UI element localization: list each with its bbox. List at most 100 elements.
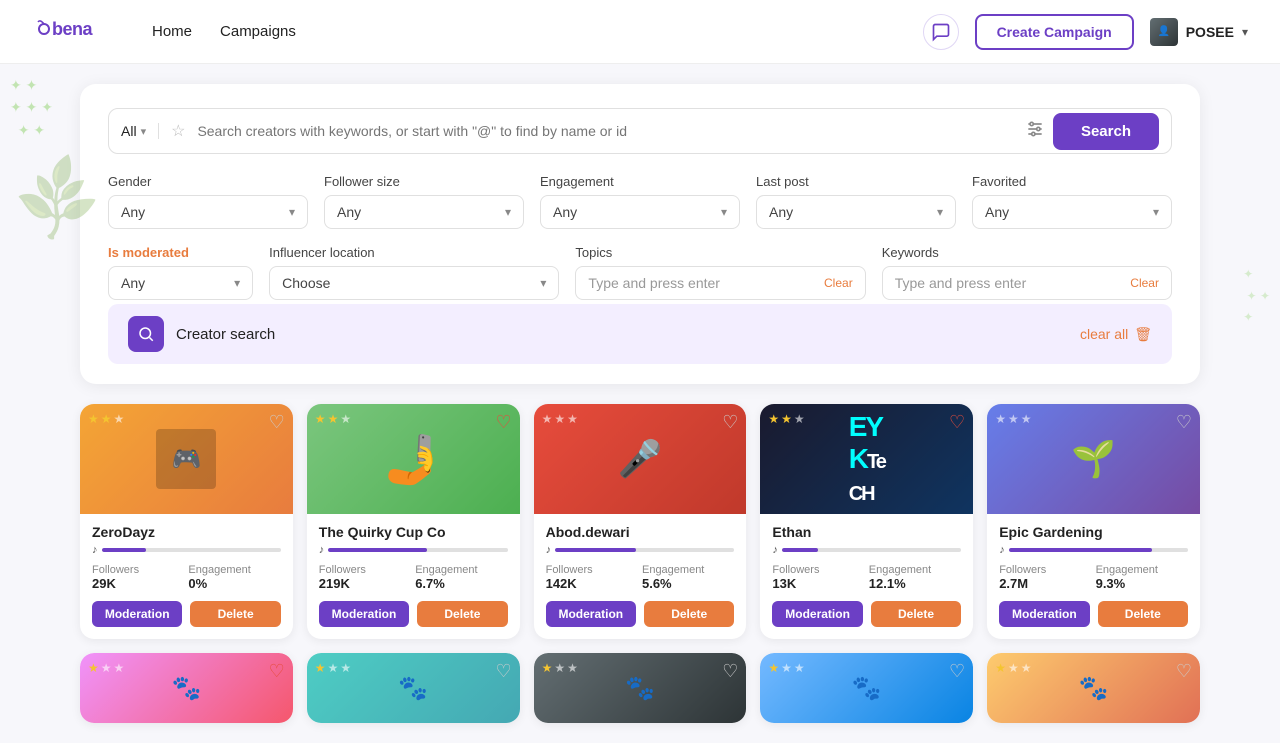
creator-search-bar: Creator search clear all 🗑 (108, 304, 1172, 364)
platform-bar (1009, 548, 1188, 552)
engagement-stat: Engagement0% (188, 564, 280, 591)
card-image-partial: 🐾 ★ ★ ★ ♡ (987, 653, 1200, 723)
moderation-button[interactable]: Moderation (999, 601, 1089, 627)
delete-button[interactable]: Delete (190, 601, 280, 627)
search-input[interactable] (197, 123, 1017, 139)
deco-stars: ✦ ✦✦ ✦ ✦ ✦ ✦ (10, 74, 53, 141)
star-empty-icon: ★ (114, 661, 125, 675)
topics-filter: Topics Type and press enter Clear (575, 245, 865, 300)
follower-size-filter: Follower size Any ▾ (324, 174, 524, 229)
star-empty-icon: ★ (542, 412, 553, 426)
heart-button-bottom[interactable]: ♡ (269, 661, 285, 682)
influencer-location-filter: Influencer location Choose ▾ (269, 245, 559, 300)
svg-text:bena: bena (52, 19, 94, 39)
card-platform: ♪ (92, 544, 281, 556)
heart-button[interactable]: ♡ (1176, 412, 1192, 433)
main-nav: Home Campaigns (152, 23, 296, 40)
card-stats: Followers2.7M Engagement9.3% (999, 564, 1188, 591)
influencer-location-select[interactable]: Choose ▾ (269, 266, 559, 300)
star-icon: ★ (315, 661, 326, 675)
topics-input-wrapper[interactable]: Type and press enter Clear (575, 266, 865, 300)
last-post-select[interactable]: Any ▾ (756, 195, 956, 229)
star-empty-icon: ★ (554, 661, 565, 675)
card-stars: ★★★ (88, 412, 124, 426)
user-menu[interactable]: 👤 POSEE ▾ (1150, 18, 1248, 46)
user-name: POSEE (1186, 24, 1234, 40)
card-stats: Followers142K Engagement5.6% (546, 564, 735, 591)
moderation-button[interactable]: Moderation (772, 601, 862, 627)
heart-button-bottom[interactable]: ♡ (722, 661, 738, 682)
delete-button[interactable]: Delete (417, 601, 507, 627)
favorited-select[interactable]: Any ▾ (972, 195, 1172, 229)
create-campaign-button[interactable]: Create Campaign (975, 14, 1134, 50)
card-stars: ★★★ (315, 412, 351, 426)
creator-card: 🤳 ★★★ ♡ The Quirky Cup Co ♪ Followers219… (307, 404, 520, 639)
card-stars-bottom: ★ ★ ★ (315, 661, 351, 675)
card-platform: ♪ (546, 544, 735, 556)
card-body: Abod.dewari ♪ Followers142K Engagement5.… (534, 514, 747, 639)
moderation-button[interactable]: Moderation (319, 601, 409, 627)
heart-button[interactable]: ♡ (269, 412, 285, 433)
chevron-down-icon: ▾ (1242, 25, 1248, 39)
engagement-select[interactable]: Any ▾ (540, 195, 740, 229)
keywords-input-wrapper[interactable]: Type and press enter Clear (882, 266, 1172, 300)
is-moderated-label: Is moderated (108, 245, 253, 260)
star-icon: ★ (88, 661, 99, 675)
is-moderated-filter: Is moderated Any ▾ (108, 245, 253, 300)
search-type-label: All (121, 123, 137, 139)
search-type-select[interactable]: All ▾ (121, 123, 159, 139)
creator-name: Abod.dewari (546, 524, 735, 540)
search-button[interactable]: Search (1053, 113, 1159, 150)
keywords-clear-button[interactable]: Clear (1130, 276, 1159, 290)
star-empty-icon: ★ (101, 661, 112, 675)
card-stars-bottom: ★ ★ ★ (995, 661, 1031, 675)
gender-select[interactable]: Any ▾ (108, 195, 308, 229)
card-stars-bottom: ★ ★ ★ (768, 661, 804, 675)
star-empty-icon: ★ (1021, 661, 1032, 675)
tiktok-icon: ♪ (92, 544, 98, 556)
heart-button[interactable]: ♡ (949, 412, 965, 433)
heart-button[interactable]: ♡ (495, 412, 511, 433)
filter-options-icon[interactable] (1025, 119, 1045, 144)
card-image: 🎮 ★★★ ♡ (80, 404, 293, 514)
followers-label: Followers2.7M (999, 564, 1091, 591)
engagement-stat: Engagement6.7% (415, 564, 507, 591)
card-stars: ★★★ (542, 412, 578, 426)
card-image-partial: 🐾 ★ ★ ★ ♡ (760, 653, 973, 723)
search-type-chevron-icon: ▾ (141, 125, 147, 138)
nav-home[interactable]: Home (152, 23, 192, 40)
chat-icon-btn[interactable] (923, 14, 959, 50)
creator-card-bottom: 🐾 ★ ★ ★ ♡ (760, 653, 973, 723)
logo[interactable]: bena (32, 14, 112, 50)
star-empty-icon: ★ (781, 661, 792, 675)
heart-button-bottom[interactable]: ♡ (495, 661, 511, 682)
heart-button-bottom[interactable]: ♡ (1176, 661, 1192, 682)
star-empty-icon: ★ (794, 661, 805, 675)
delete-button[interactable]: Delete (644, 601, 734, 627)
engagement-stat: Engagement5.6% (642, 564, 734, 591)
heart-button[interactable]: ♡ (722, 412, 738, 433)
star-filled-icon: ★ (781, 412, 792, 426)
clear-all-button[interactable]: clear all 🗑 (1080, 326, 1152, 343)
platform-bar-fill (102, 548, 147, 552)
heart-button-bottom[interactable]: ♡ (949, 661, 965, 682)
star-empty-icon: ★ (1021, 412, 1032, 426)
creators-grid: 🎮 ★★★ ♡ ZeroDayz ♪ Followers29K Engageme… (80, 404, 1200, 639)
follower-size-select[interactable]: Any ▾ (324, 195, 524, 229)
card-stats: Followers219K Engagement6.7% (319, 564, 508, 591)
card-stats: Followers29K Engagement0% (92, 564, 281, 591)
creator-card: 🎤 ★★★ ♡ Abod.dewari ♪ Followers142K Enga… (534, 404, 747, 639)
is-moderated-select[interactable]: Any ▾ (108, 266, 253, 300)
platform-bar (102, 548, 281, 552)
moderation-button[interactable]: Moderation (546, 601, 636, 627)
card-image: 🎤 ★★★ ♡ (534, 404, 747, 514)
card-actions: Moderation Delete (546, 601, 735, 627)
delete-button[interactable]: Delete (871, 601, 961, 627)
delete-button[interactable]: Delete (1098, 601, 1188, 627)
moderation-button[interactable]: Moderation (92, 601, 182, 627)
gender-label: Gender (108, 174, 308, 189)
creator-name: The Quirky Cup Co (319, 524, 508, 540)
card-actions: Moderation Delete (92, 601, 281, 627)
topics-clear-button[interactable]: Clear (824, 276, 853, 290)
nav-campaigns[interactable]: Campaigns (220, 23, 296, 40)
